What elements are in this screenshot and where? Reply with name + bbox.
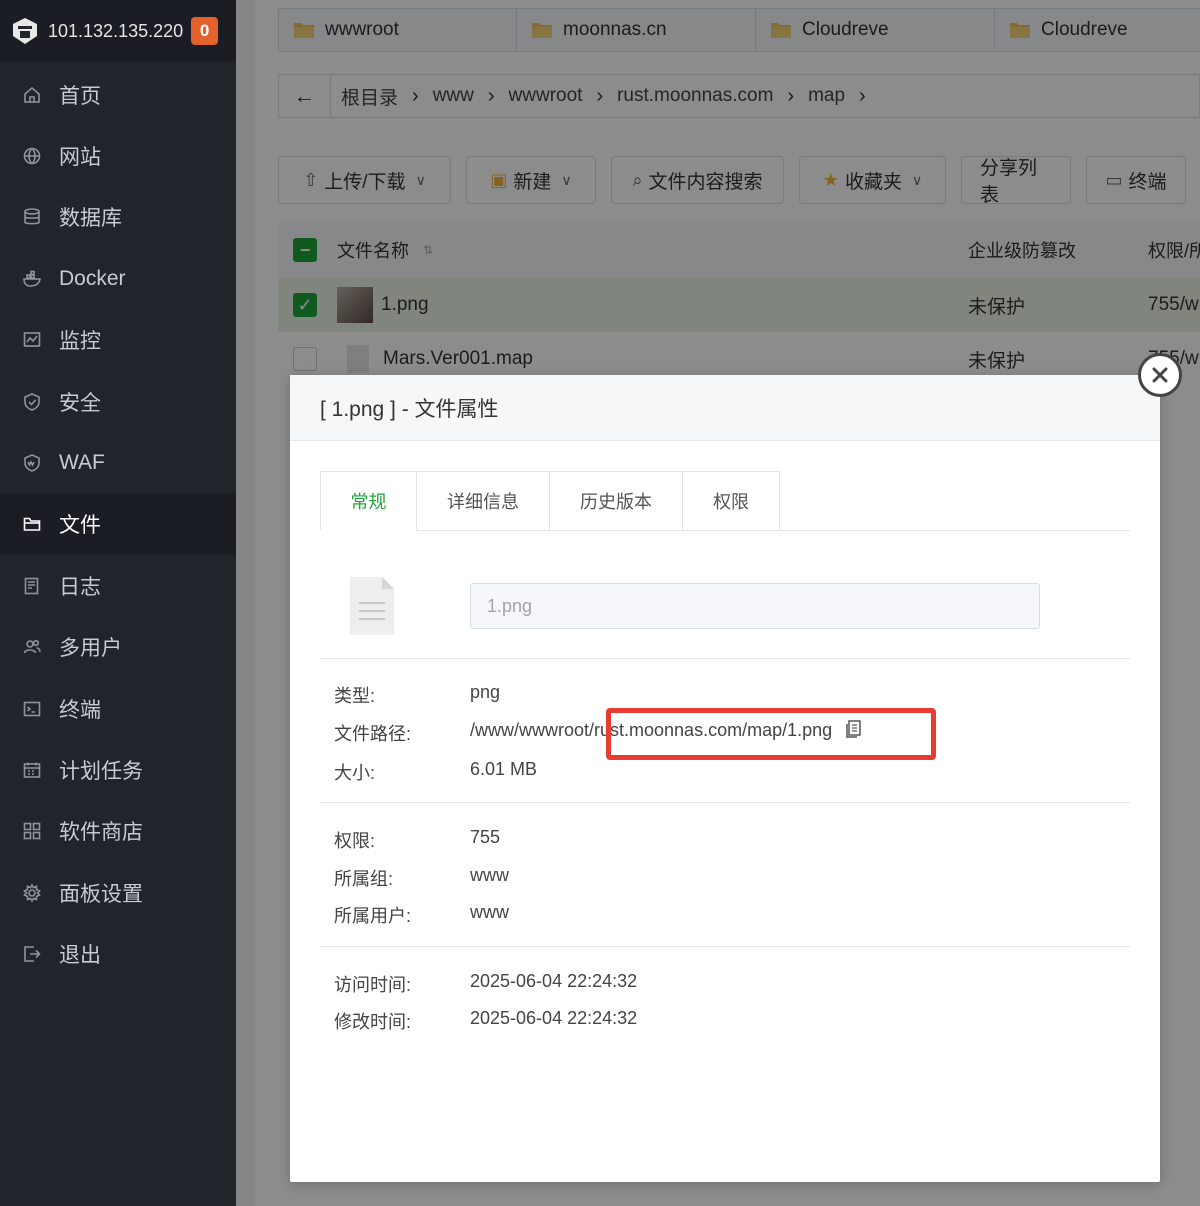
sidebar-footer bbox=[0, 985, 236, 1206]
apps-icon bbox=[22, 821, 42, 841]
sidebar-item-home[interactable]: 首页 bbox=[0, 64, 236, 125]
dialog-tabs: 常规 详细信息 历史版本 权限 bbox=[320, 471, 1130, 531]
group-value: www bbox=[470, 865, 509, 885]
divider bbox=[320, 802, 1130, 803]
sidebar-item-label: WAF bbox=[59, 451, 105, 475]
perm-value: 755 bbox=[470, 827, 501, 847]
close-icon bbox=[1152, 367, 1168, 383]
calendar-icon bbox=[22, 760, 42, 780]
file-icon bbox=[350, 577, 394, 635]
sidebar-item-label: 软件商店 bbox=[59, 821, 143, 845]
file-name-field[interactable] bbox=[470, 583, 1040, 629]
users-icon bbox=[22, 637, 42, 657]
path-label: 文件路径: bbox=[334, 724, 412, 744]
globe-icon bbox=[22, 146, 42, 166]
divider bbox=[320, 658, 1130, 659]
access-time-value: 2025-06-04 22:24:32 bbox=[470, 971, 638, 991]
close-button[interactable] bbox=[1138, 353, 1182, 397]
modify-time-label: 修改时间: bbox=[334, 1012, 412, 1032]
sidebar-menu: 首页 网站 数据库 Docker 监控 安全 WAF 文件 日志 多用户 终端 … bbox=[0, 64, 236, 985]
sidebar-item-label: 数据库 bbox=[59, 207, 122, 231]
sidebar-item-label: Docker bbox=[59, 266, 126, 290]
sidebar-item-security[interactable]: 安全 bbox=[0, 371, 236, 432]
sidebar-item-logout[interactable]: 退出 bbox=[0, 923, 236, 984]
file-properties-dialog: [ 1.png ] - 文件属性 常规 详细信息 历史版本 权限 类型: png… bbox=[290, 375, 1160, 1182]
size-label: 大小: bbox=[334, 763, 376, 783]
sidebar-item-label: 网站 bbox=[59, 146, 101, 170]
shield-icon bbox=[22, 392, 42, 412]
sidebar-item-label: 多用户 bbox=[59, 637, 122, 661]
sidebar-item-waf[interactable]: WAF bbox=[0, 432, 236, 493]
folder-icon bbox=[22, 514, 42, 534]
sidebar-item-label: 计划任务 bbox=[59, 759, 143, 783]
sidebar-item-label: 日志 bbox=[59, 575, 101, 599]
logout-icon bbox=[22, 944, 42, 964]
sidebar-item-label: 退出 bbox=[59, 944, 101, 968]
sidebar-item-label: 监控 bbox=[59, 330, 101, 354]
sidebar-header: 101.132.135.220 0 bbox=[0, 0, 236, 62]
docker-icon bbox=[22, 269, 42, 289]
database-icon bbox=[22, 207, 42, 227]
owner-label: 所属用户: bbox=[334, 906, 412, 926]
server-ip: 101.132.135.220 bbox=[48, 20, 184, 41]
sidebar-item-files[interactable]: 文件 bbox=[0, 493, 236, 556]
modify-time-value: 2025-06-04 22:24:32 bbox=[470, 1008, 638, 1028]
waf-icon bbox=[22, 453, 42, 473]
gear-icon bbox=[22, 883, 42, 903]
path-prefix: /www/wwwroot/ bbox=[470, 720, 595, 740]
owner-value: www bbox=[470, 902, 509, 922]
sidebar-item-label: 终端 bbox=[59, 698, 101, 722]
size-value: 6.01 MB bbox=[470, 759, 538, 779]
sidebar-item-website[interactable]: 网站 bbox=[0, 125, 236, 186]
sidebar-item-store[interactable]: 软件商店 bbox=[0, 801, 236, 862]
tab-permissions[interactable]: 权限 bbox=[683, 471, 780, 531]
home-icon bbox=[22, 85, 42, 105]
perm-label: 权限: bbox=[334, 831, 376, 851]
monitor-icon bbox=[22, 330, 42, 350]
sidebar-item-settings[interactable]: 面板设置 bbox=[0, 862, 236, 923]
sidebar-item-users[interactable]: 多用户 bbox=[0, 617, 236, 678]
sidebar-item-monitor[interactable]: 监控 bbox=[0, 310, 236, 371]
access-time-label: 访问时间: bbox=[334, 975, 412, 995]
type-value: png bbox=[470, 682, 501, 702]
sidebar: 101.132.135.220 0 首页 网站 数据库 Docker 监控 安全 bbox=[0, 0, 236, 1206]
sidebar-item-label: 面板设置 bbox=[59, 882, 143, 906]
log-icon bbox=[22, 576, 42, 596]
message-badge[interactable]: 0 bbox=[191, 17, 219, 45]
sidebar-item-label: 文件 bbox=[59, 514, 101, 538]
divider bbox=[320, 946, 1130, 947]
sidebar-item-database[interactable]: 数据库 bbox=[0, 187, 236, 248]
group-label: 所属组: bbox=[334, 869, 394, 889]
sidebar-item-label: 安全 bbox=[59, 391, 101, 415]
dialog-title: [ 1.png ] - 文件属性 bbox=[290, 375, 1160, 441]
sidebar-item-docker[interactable]: Docker bbox=[0, 248, 236, 309]
bt-logo-icon bbox=[13, 18, 37, 44]
tab-general[interactable]: 常规 bbox=[320, 471, 417, 531]
sidebar-item-logs[interactable]: 日志 bbox=[0, 555, 236, 616]
tab-details[interactable]: 详细信息 bbox=[417, 471, 550, 531]
tab-history[interactable]: 历史版本 bbox=[550, 471, 683, 531]
type-label: 类型: bbox=[334, 686, 376, 706]
path-highlight-box bbox=[606, 708, 936, 760]
sidebar-item-cron[interactable]: 计划任务 bbox=[0, 739, 236, 800]
terminal-icon bbox=[22, 699, 42, 719]
sidebar-item-label: 首页 bbox=[59, 84, 101, 108]
sidebar-item-terminal[interactable]: 终端 bbox=[0, 678, 236, 739]
